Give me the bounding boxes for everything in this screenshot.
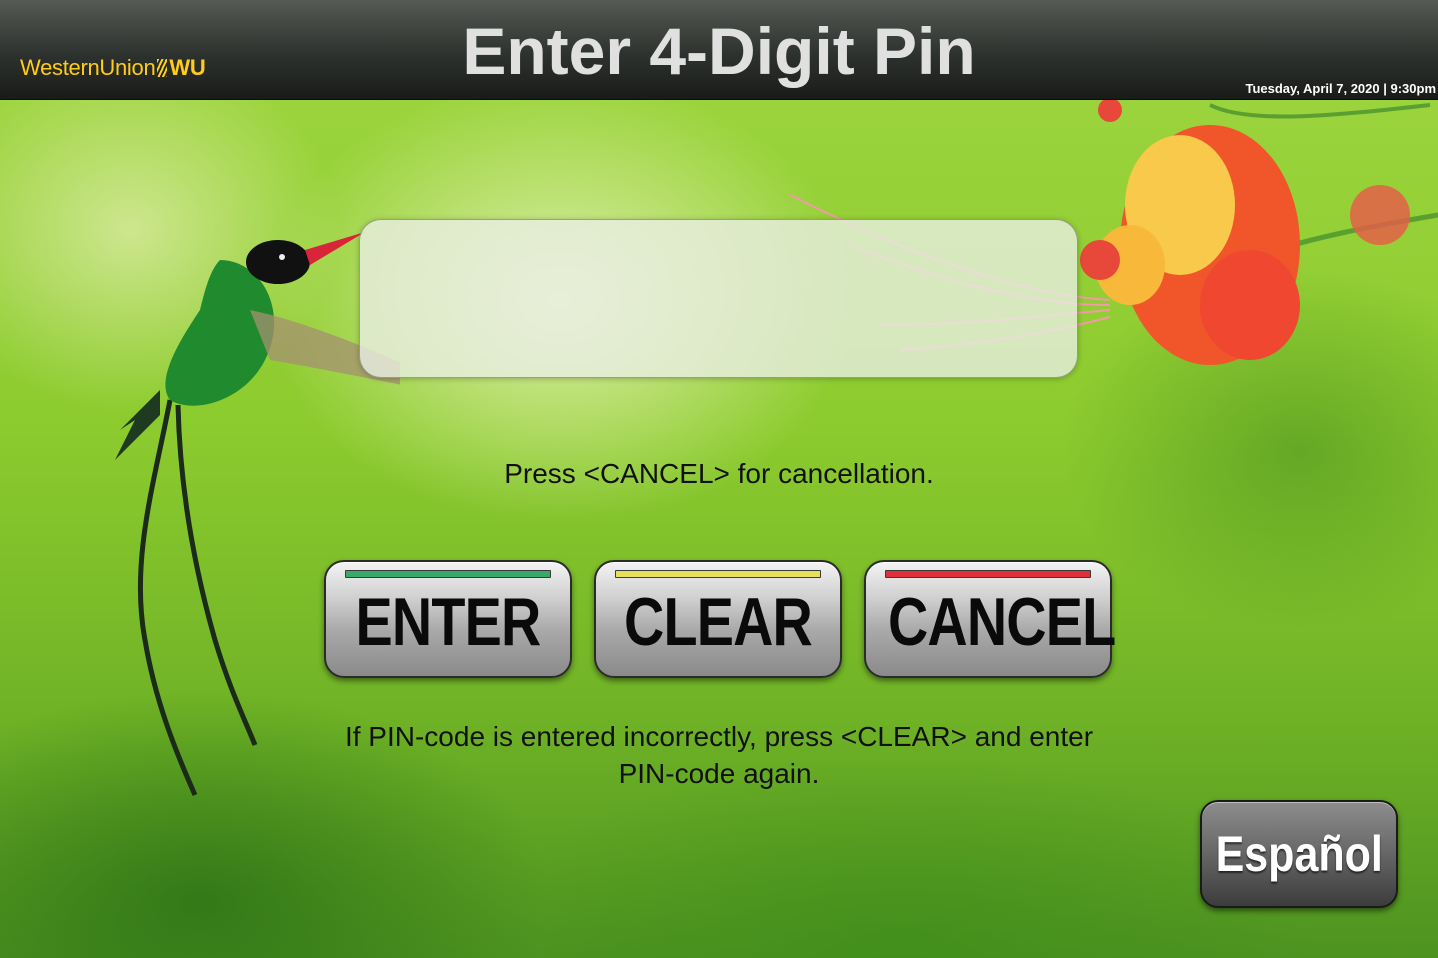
clear-indicator-stripe: [615, 570, 821, 578]
clear-button-label: CLEAR: [624, 584, 813, 660]
cancel-instruction: Press <CANCEL> for cancellation.: [504, 458, 934, 489]
cancel-button-label: CANCEL: [887, 584, 1116, 660]
enter-indicator-stripe: [345, 570, 551, 578]
clear-instruction: If PIN-code is entered incorrectly, pres…: [344, 721, 1094, 789]
spanish-language-button[interactable]: Español: [1200, 800, 1398, 908]
cancel-button[interactable]: CANCEL: [864, 560, 1116, 678]
language-button-label: Español: [1215, 826, 1383, 882]
pin-entry-field[interactable]: [359, 219, 1078, 378]
page-title: Enter 4-Digit Pin: [462, 14, 976, 88]
enter-button[interactable]: ENTER: [324, 560, 572, 678]
cancel-indicator-stripe: [885, 570, 1091, 578]
date-time-display: Tuesday, April 7, 2020 | 9:30pm: [1245, 81, 1436, 96]
enter-button-label: ENTER: [355, 584, 542, 660]
clear-button[interactable]: CLEAR: [594, 560, 842, 678]
header-bar: WesternUnion WU Enter 4-Digit Pin Tuesda…: [0, 0, 1438, 100]
